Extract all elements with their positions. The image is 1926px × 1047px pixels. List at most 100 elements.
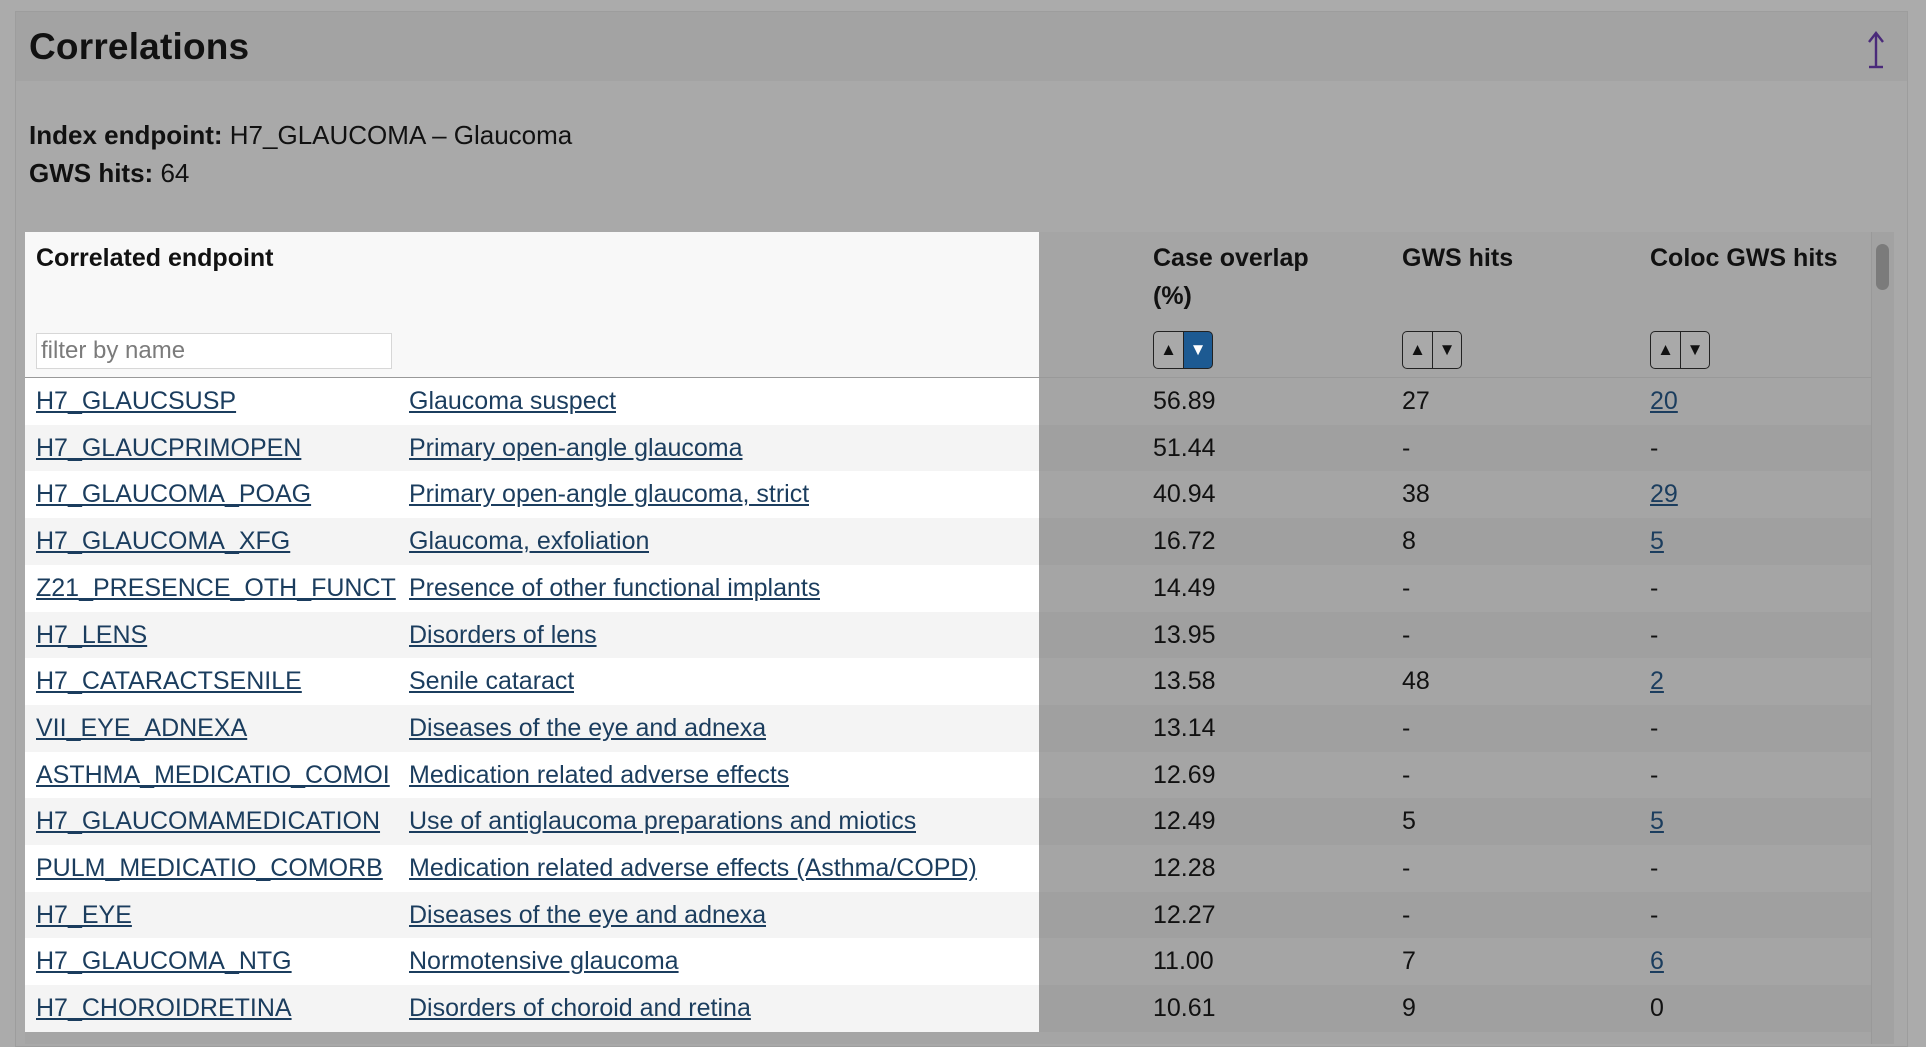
- sort-coloc-desc-button[interactable]: ▼: [1680, 331, 1710, 369]
- row-endpoint-cell: H7_GLAUCOMAMEDICATION Use of antiglaucoma…: [25, 798, 1039, 846]
- gws-hits-value: -: [1402, 854, 1411, 882]
- coloc-gws-link[interactable]: 2: [1650, 658, 1664, 705]
- case-overlap-value: 56.89: [1153, 387, 1216, 415]
- gws-hits-summary: GWS hits: 64: [29, 158, 189, 189]
- row-endpoint-cell: H7_EYE Diseases of the eye and adnexa: [25, 891, 1039, 939]
- endpoint-code-link[interactable]: H7_EYE: [36, 892, 396, 939]
- endpoint-name-link[interactable]: Glaucoma suspect: [409, 378, 616, 425]
- endpoint-code-link[interactable]: H7_CATARACTSENILE: [36, 658, 396, 705]
- endpoint-code-link[interactable]: H7_GLAUCOMA_NTG: [36, 938, 396, 985]
- endpoint-code-link[interactable]: H7_GLAUCOMA_XFG: [36, 518, 396, 565]
- endpoint-code-link[interactable]: ASTHMA_MEDICATIO_COMOI: [36, 752, 396, 799]
- gws-hits-value: -: [1402, 620, 1411, 649]
- table-scrollbar[interactable]: [1871, 232, 1894, 1044]
- endpoint-code-link[interactable]: VII_EYE_ADNEXA: [36, 705, 396, 752]
- gws-hits-value: -: [1402, 573, 1411, 602]
- case-overlap-value: 12.28: [1153, 854, 1216, 882]
- table-row: H7_GLAUCOMA_NTG Normotensive glaucoma 11.0…: [25, 938, 1880, 986]
- coloc-gws-value: -: [1650, 620, 1659, 649]
- coloc-gws-link[interactable]: 5: [1650, 798, 1664, 845]
- coloc-gws-value: -: [1650, 713, 1659, 742]
- coloc-gws-link[interactable]: 6: [1650, 938, 1664, 985]
- table-row: PULM_MEDICATIO_COMORB Medication related …: [25, 845, 1880, 892]
- panel-header: Correlations: [16, 12, 1907, 81]
- gws-hits-value: -: [1402, 760, 1411, 789]
- endpoint-name-link[interactable]: Primary open-angle glaucoma: [409, 425, 743, 472]
- endpoint-name-link[interactable]: Disorders of choroid and retina: [409, 985, 751, 1032]
- case-overlap-value: 12.69: [1153, 760, 1216, 789]
- case-overlap-value: 13.95: [1153, 620, 1216, 649]
- row-endpoint-cell: PULM_MEDICATIO_COMORB Medication related …: [25, 845, 1039, 892]
- endpoint-code-link[interactable]: H7_LENS: [36, 612, 396, 659]
- row-endpoint-cell: H7_GLAUCOMA_POAG Primary open-angle glauc…: [25, 471, 1039, 519]
- case-overlap-value: 10.61: [1153, 994, 1216, 1023]
- endpoint-name-link[interactable]: Senile cataract: [409, 658, 574, 705]
- gws-hits-value: 27: [1402, 387, 1430, 415]
- row-endpoint-cell: H7_LENS Disorders of lens: [25, 611, 1039, 659]
- gws-hits-label: GWS hits:: [29, 158, 154, 188]
- endpoint-code-link[interactable]: H7_CHOROIDRETINA: [36, 985, 396, 1032]
- row-endpoint-cell: H7_GLAUCSUSP Glaucoma suspect: [25, 378, 1039, 425]
- gws-hits-value: 38: [1402, 480, 1430, 509]
- gws-hits-value: 64: [160, 158, 190, 188]
- index-endpoint-label: Index endpoint:: [29, 120, 223, 150]
- sort-overlap-group: ▲ ▼: [1153, 331, 1213, 371]
- endpoint-name-link[interactable]: Glaucoma, exfoliation: [409, 518, 649, 565]
- filter-by-name-input[interactable]: [36, 333, 392, 369]
- sort-overlap-desc-button[interactable]: ▼: [1183, 331, 1213, 369]
- gws-hits-value: -: [1402, 713, 1411, 742]
- endpoint-code-link[interactable]: H7_GLAUCSUSP: [36, 378, 396, 425]
- gws-hits-value: 48: [1402, 667, 1430, 696]
- row-endpoint-cell: H7_GLAUCOMA_NTG Normotensive glaucoma: [25, 938, 1039, 986]
- endpoint-code-link[interactable]: Z21_PRESENCE_OTH_FUNCT: [36, 565, 396, 612]
- gws-hits-value: -: [1402, 900, 1411, 929]
- table-row: H7_GLAUCPRIMOPEN Primary open-angle glauc…: [25, 424, 1880, 472]
- gws-hits-value: 5: [1402, 807, 1416, 836]
- table-row: ASTHMA_MEDICATIO_COMOI Medication related…: [25, 751, 1880, 799]
- gws-hits-value: 7: [1402, 947, 1416, 976]
- endpoint-name-link[interactable]: Diseases of the eye and adnexa: [409, 892, 766, 939]
- coloc-gws-link[interactable]: 29: [1650, 471, 1678, 518]
- endpoint-name-link[interactable]: Primary open-angle glaucoma, strict: [409, 471, 809, 518]
- index-endpoint: Index endpoint: H7_GLAUCOMA – Glaucoma: [29, 120, 572, 151]
- sort-overlap-asc-button[interactable]: ▲: [1153, 331, 1183, 369]
- endpoint-code-link[interactable]: H7_GLAUCOMA_POAG: [36, 471, 396, 518]
- up-arrow-icon[interactable]: [1865, 30, 1887, 70]
- row-endpoint-cell: VII_EYE_ADNEXA Diseases of the eye and ad…: [25, 704, 1039, 752]
- sort-gws-asc-button[interactable]: ▲: [1402, 331, 1432, 369]
- gws-hits-value: -: [1402, 433, 1411, 462]
- case-overlap-value: 14.49: [1153, 573, 1216, 602]
- header-coloc-gws-hits: Coloc GWS hits: [1650, 244, 1838, 272]
- coloc-gws-value: -: [1650, 760, 1659, 789]
- row-endpoint-cell: H7_GLAUCPRIMOPEN Primary open-angle glauc…: [25, 424, 1039, 472]
- coloc-gws-link[interactable]: 5: [1650, 518, 1664, 565]
- scrollbar-thumb[interactable]: [1876, 244, 1889, 290]
- sort-gws-desc-button[interactable]: ▼: [1432, 331, 1462, 369]
- endpoint-code-link[interactable]: H7_GLAUCPRIMOPEN: [36, 425, 396, 472]
- row-endpoint-cell: H7_GLAUCOMA_XFG Glaucoma, exfoliation: [25, 518, 1039, 566]
- endpoint-name-link[interactable]: Medication related adverse effects: [409, 752, 789, 799]
- correlations-panel: Correlations Index endpoint: H7_GLAUCOMA…: [15, 11, 1908, 1047]
- endpoint-name-link[interactable]: Diseases of the eye and adnexa: [409, 705, 766, 752]
- header-case-overlap: Case overlap (%): [1153, 244, 1309, 310]
- table-header: Correlated endpoint Case overlap (%) GWS…: [25, 232, 1880, 378]
- coloc-gws-value: -: [1650, 433, 1659, 462]
- endpoint-name-link[interactable]: Normotensive glaucoma: [409, 938, 679, 985]
- row-endpoint-cell: ASTHMA_MEDICATIO_COMOI Medication related…: [25, 751, 1039, 799]
- endpoint-name-link[interactable]: Presence of other functional implants: [409, 565, 820, 612]
- header-correlated-cell: Correlated endpoint: [25, 232, 1039, 377]
- endpoint-name-link[interactable]: Disorders of lens: [409, 612, 597, 659]
- coloc-gws-link[interactable]: 20: [1650, 378, 1678, 425]
- index-endpoint-value: H7_GLAUCOMA – Glaucoma: [229, 120, 573, 150]
- row-endpoint-cell: H7_CATARACTSENILE Senile cataract: [25, 658, 1039, 706]
- table-row: H7_CATARACTSENILE Senile cataract 13.58 48 2: [25, 658, 1880, 706]
- table-row: H7_LENS Disorders of lens 13.95 - -: [25, 611, 1880, 659]
- coloc-gws-value: -: [1650, 573, 1659, 602]
- endpoint-code-link[interactable]: H7_GLAUCOMAMEDICATION: [36, 798, 396, 845]
- endpoint-name-link[interactable]: Medication related adverse effects (Asth…: [409, 845, 977, 892]
- endpoint-name-link[interactable]: Use of antiglaucoma preparations and mio…: [409, 798, 916, 845]
- endpoint-code-link[interactable]: PULM_MEDICATIO_COMORB: [36, 845, 396, 892]
- table-row: H7_EYE Diseases of the eye and adnexa 12.2…: [25, 891, 1880, 939]
- sort-coloc-asc-button[interactable]: ▲: [1650, 331, 1680, 369]
- table-row: H7_GLAUCOMAMEDICATION Use of antiglaucoma…: [25, 798, 1880, 846]
